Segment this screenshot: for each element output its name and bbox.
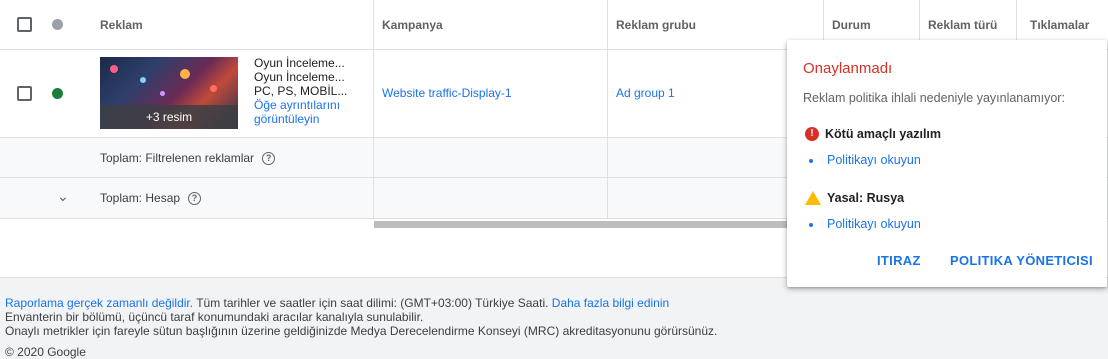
header-ad[interactable]: Reklam	[100, 18, 143, 32]
select-all-checkbox[interactable]	[17, 17, 32, 32]
total-account-label: Toplam: Hesap?	[100, 191, 202, 206]
disapproved-popup: Onaylanmadı Reklam politika ihlali neden…	[787, 40, 1107, 287]
footer: Raporlama gerçek zamanlı değildir. Tüm t…	[5, 296, 717, 359]
adgroup-link[interactable]: Ad group 1	[616, 86, 675, 100]
popup-title: Onaylanmadı	[803, 60, 893, 77]
header-campaign[interactable]: Kampanya	[382, 18, 443, 32]
header-clicks[interactable]: Tıklamalar	[1030, 18, 1089, 32]
appeal-button[interactable]: ITIRAZ	[877, 253, 921, 268]
total-account-text: Toplam: Hesap	[100, 191, 181, 205]
warning-icon	[805, 191, 821, 205]
header-adgroup[interactable]: Reklam grubu	[616, 18, 696, 32]
error-icon: !	[805, 127, 819, 141]
learn-more-link[interactable]: Daha fazla bilgi edinin	[552, 296, 669, 310]
header-adtype[interactable]: Reklam türü	[928, 18, 997, 32]
ad-description: PC, PS, MOBİL...	[254, 84, 348, 98]
ad-text-block: Oyun İnceleme... Oyun İnceleme... PC, PS…	[254, 56, 354, 126]
chevron-down-icon[interactable]: ⌄	[57, 188, 69, 205]
ad-image-thumbnail[interactable]: +3 resim	[100, 57, 238, 129]
status-dot-header	[52, 19, 63, 30]
total-filtered-text: Toplam: Filtrelenen reklamlar	[100, 151, 255, 165]
header-status[interactable]: Durum	[832, 18, 871, 32]
issue-legal-label: Yasal: Rusya	[827, 191, 905, 205]
ad-headline-1: Oyun İnceleme...	[254, 56, 345, 70]
timezone-text: Tüm tarihler ve saatler için saat dilimi…	[193, 296, 552, 310]
copyright: © 2020 Google	[5, 345, 86, 359]
help-icon[interactable]: ?	[262, 152, 276, 166]
horizontal-scrollbar[interactable]	[374, 221, 794, 228]
issue-malware: ! Kötü amaçlı yazılım	[805, 127, 941, 141]
policy-manager-button[interactable]: POLITIKA YÖNETICISI	[950, 253, 1093, 268]
view-asset-details-link[interactable]: Öğe ayrıntılarını görüntüleyin	[254, 98, 354, 126]
popup-subtitle: Reklam politika ihlali nedeniyle yayınla…	[803, 91, 1065, 105]
campaign-link[interactable]: Website traffic-Display-1	[382, 86, 512, 100]
ad-headline-2: Oyun İnceleme...	[254, 70, 345, 84]
reporting-not-realtime-link[interactable]: Raporlama gerçek zamanlı değildir.	[5, 296, 193, 310]
issue-legal-russia: Yasal: Rusya	[805, 191, 904, 205]
mrc-note: Onaylı metrikler için fareyle sütun başl…	[5, 324, 718, 338]
issue-malware-label: Kötü amaçlı yazılım	[825, 127, 942, 141]
total-filtered-label: Toplam: Filtrelenen reklamlar?	[100, 151, 276, 166]
row-checkbox[interactable]	[17, 86, 32, 101]
help-icon[interactable]: ?	[188, 192, 202, 206]
read-policy-link-2[interactable]: Politikayı okuyun	[809, 217, 921, 231]
more-images-label: +3 resim	[100, 105, 238, 129]
inventory-note: Envanterin bir bölümü, üçüncü taraf konu…	[5, 310, 424, 324]
status-enabled-dot	[52, 88, 63, 99]
read-policy-link-1[interactable]: Politikayı okuyun	[809, 153, 921, 167]
